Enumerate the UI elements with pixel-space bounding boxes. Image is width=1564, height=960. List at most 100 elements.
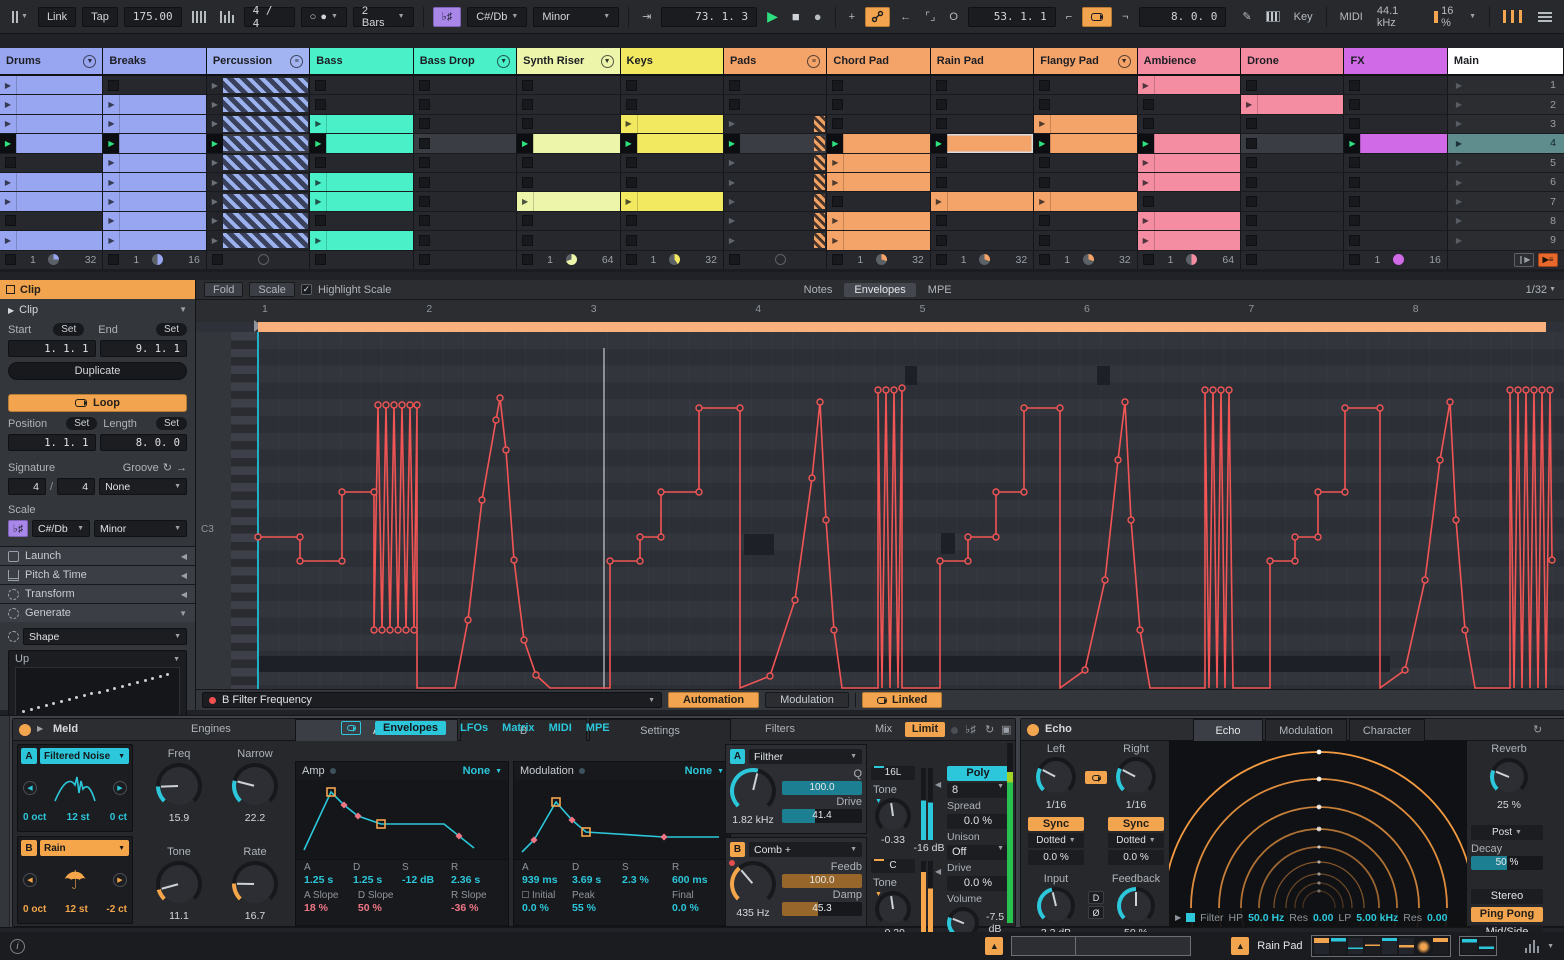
clip-slot[interactable]: ▶	[206, 172, 311, 193]
track-header-fx[interactable]: FX	[1344, 48, 1448, 76]
clip-play-icon[interactable]: ▶	[310, 231, 326, 249]
clip-slot[interactable]	[620, 231, 724, 251]
clip-slot[interactable]: ▶	[1137, 172, 1242, 193]
clip-play-icon[interactable]: ▶	[310, 192, 326, 210]
clip-play-icon[interactable]: ▶	[207, 173, 223, 191]
clip-play-icon[interactable]: ▶	[724, 231, 740, 249]
clip-play-icon[interactable]: ▶	[310, 115, 326, 133]
scene-play-icon[interactable]: ▶	[1456, 100, 1462, 109]
extract-groove-icon[interactable]: →	[176, 462, 187, 474]
clip-scale-root-menu[interactable]: C#/Db ▼	[32, 520, 90, 537]
chevron-down-icon[interactable]: ▼	[83, 54, 97, 68]
envelope-parameter-menu[interactable]: B Filter Frequency ▼	[202, 692, 662, 708]
clip-slot[interactable]	[517, 153, 621, 173]
clip-play-icon[interactable]: ▶	[103, 173, 119, 191]
clip-slot[interactable]	[517, 231, 621, 251]
clip-slot[interactable]: ▶	[310, 172, 414, 193]
clip-play-icon[interactable]: ▶	[0, 76, 16, 94]
clip-slot[interactable]	[413, 153, 518, 173]
clip-slot[interactable]: ▶	[620, 114, 724, 135]
clip-slot[interactable]	[930, 114, 1035, 135]
mix-b-pan[interactable]: C	[871, 859, 915, 873]
stop-button[interactable]: ■	[788, 7, 804, 27]
scale-fold-button[interactable]: Scale	[249, 282, 295, 297]
clip-slot[interactable]: ▶	[1344, 134, 1448, 154]
echo-phase-button[interactable]: Ø	[1088, 906, 1104, 919]
engine-a-menu[interactable]: Filtered Noise ▼	[40, 748, 129, 764]
play-button[interactable]: ▶	[763, 7, 782, 27]
spread-field[interactable]: 0.0 %	[947, 814, 1009, 829]
clip-playing-icon[interactable]: ▶	[0, 134, 16, 153]
clip-slot[interactable]	[930, 153, 1035, 173]
initial-checkbox[interactable]	[522, 891, 529, 898]
clip-playing-icon[interactable]: ▶	[310, 134, 327, 153]
clip-slot[interactable]: ▶	[827, 134, 931, 154]
record-button[interactable]: ●	[810, 7, 826, 27]
mix-a-level-handle[interactable]: ◀	[935, 780, 941, 789]
clip-slot[interactable]	[517, 211, 621, 232]
clip-slot[interactable]	[517, 95, 621, 115]
echo-tab-character[interactable]: Character	[1349, 719, 1425, 741]
echo-left-division-menu[interactable]: Dotted ▼	[1028, 833, 1084, 848]
clip-slot[interactable]	[1241, 114, 1345, 135]
clip-slot[interactable]: ▶	[206, 192, 311, 212]
clip-play-icon[interactable]: ▶	[827, 231, 843, 249]
clip-slot[interactable]: ▶	[310, 192, 414, 212]
clip-slot[interactable]	[517, 114, 621, 135]
clip-slot[interactable]	[0, 211, 104, 232]
clip-slot[interactable]	[1344, 192, 1448, 212]
engine-b-menu[interactable]: Rain ▼	[40, 840, 129, 856]
clip-play-icon[interactable]: ▶	[931, 192, 947, 210]
shape-type-menu[interactable]: Up	[15, 653, 29, 665]
filter-a-q-slider[interactable]: 100.0	[782, 781, 862, 795]
echo-feedback-knob[interactable]	[1117, 887, 1155, 925]
clip-play-icon[interactable]: ▶	[1034, 192, 1050, 210]
clip-slot[interactable]	[1137, 95, 1242, 115]
clip-play-icon[interactable]: ▶	[207, 192, 223, 210]
clip-slot[interactable]: ▶	[723, 231, 828, 251]
loop-position-field[interactable]: 1. 1. 1	[8, 434, 96, 451]
clip-playing-icon[interactable]: ▶	[930, 134, 947, 153]
time-signature-field[interactable]: 4 / 4	[243, 4, 295, 30]
scene-play-icon[interactable]: ▶	[1456, 139, 1462, 148]
mix-b-tone-knob[interactable]	[875, 891, 911, 927]
scene-row-5[interactable]: ▶ 5	[1447, 153, 1564, 173]
clip-slot[interactable]	[103, 76, 207, 96]
clip-slot[interactable]: ▶	[103, 172, 207, 193]
track-header-flangy-pad[interactable]: Flangy Pad ▼	[1034, 48, 1138, 76]
track-header-bass-drop[interactable]: Bass Drop ▼	[413, 48, 518, 76]
highlight-scale-checkbox[interactable]: ✓	[300, 284, 312, 295]
filter-b-damp-slider[interactable]: 45.3	[782, 902, 862, 916]
output-meter-icon[interactable]	[1524, 939, 1540, 953]
signature-denominator-field[interactable]: 4	[57, 478, 96, 495]
echo-reverb-knob[interactable]	[1490, 758, 1528, 796]
track-header-drums[interactable]: Drums ▼	[0, 48, 104, 76]
loop-switch[interactable]	[1082, 6, 1113, 27]
clip-slot[interactable]	[1241, 231, 1345, 251]
clip-slot[interactable]	[930, 231, 1035, 251]
cpu-meter[interactable]: 16 % ▼	[1430, 5, 1480, 29]
clip-slot[interactable]: ▶	[723, 172, 828, 193]
clip-slot[interactable]	[517, 172, 621, 193]
clip-slot[interactable]: ▶	[103, 231, 207, 251]
device-chain-thumbnails-2[interactable]	[1458, 936, 1497, 956]
scale-mode-icon[interactable]: ♭♯	[432, 6, 462, 27]
echo-drift-button[interactable]: D	[1088, 891, 1104, 904]
device-view-toggle[interactable]: ▲	[1231, 937, 1250, 955]
engine-b-next[interactable]: ▶	[113, 873, 127, 887]
clip-slot[interactable]: ▶	[0, 114, 104, 135]
new-button[interactable]: +	[845, 7, 859, 27]
filter-b-freq-knob[interactable]	[730, 861, 776, 907]
computer-midi-keyboard-icon[interactable]	[1262, 7, 1284, 27]
clip-slot[interactable]	[827, 95, 931, 115]
voices-menu[interactable]: 8 ▼	[947, 783, 1009, 798]
groove-menu[interactable]: None ▼	[99, 478, 187, 495]
clip-slot[interactable]	[930, 172, 1035, 193]
engine-a-semi[interactable]: 12 st	[67, 812, 90, 823]
clip-slot[interactable]	[1241, 76, 1345, 96]
clip-slot[interactable]: ▶	[206, 76, 311, 96]
clip-slot[interactable]	[413, 114, 518, 135]
clip-scale-name-menu[interactable]: Minor ▼	[94, 520, 187, 537]
engine-a-next[interactable]: ▶	[113, 781, 127, 795]
amp-envelope-graph[interactable]	[296, 780, 508, 860]
